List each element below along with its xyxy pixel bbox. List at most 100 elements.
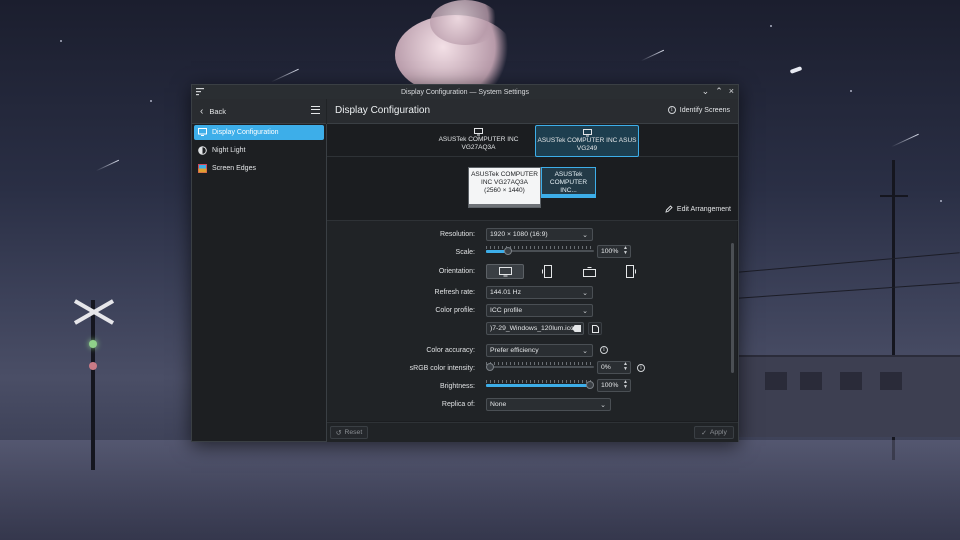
- color-accuracy-dropdown[interactable]: Prefer efficiency ⌄: [486, 344, 593, 357]
- apply-button[interactable]: ✓ Apply: [694, 426, 734, 439]
- edit-arrangement-button[interactable]: Edit Arrangement: [665, 205, 731, 213]
- chevron-down-icon: ⌄: [582, 348, 588, 355]
- arrangement-monitor-vg27aq3a[interactable]: ASUSTek COMPUTER INC VG27AQ3A (2560 × 14…: [468, 167, 541, 208]
- icc-file-field[interactable]: )7-29_Windows_120lum.icc: [486, 322, 584, 335]
- document-open-icon: [591, 324, 599, 333]
- arrangement-monitor-vg249[interactable]: ASUSTek COMPUTER INC...: [541, 167, 596, 198]
- wallpaper-train-window: [840, 372, 862, 390]
- wallpaper-meteor: [95, 159, 120, 172]
- orientation-landscape-button[interactable]: [486, 264, 524, 279]
- main-content: ASUSTek COMPUTER INC VG27AQ3A ASUSTek CO…: [327, 124, 738, 442]
- landscape-flipped-icon: [582, 266, 596, 277]
- identify-screens-label: Identify Screens: [679, 106, 730, 114]
- output-tab-vg27aq3a[interactable]: ASUSTek COMPUTER INC VG27AQ3A: [431, 125, 526, 155]
- refresh-rate-dropdown[interactable]: 144.01 Hz ⌄: [486, 286, 593, 299]
- brightness-spinbox[interactable]: 100% ▲ ▼: [597, 379, 631, 392]
- orientation-portrait-left-button[interactable]: [528, 264, 566, 279]
- maximize-icon[interactable]: ⌃: [715, 86, 723, 97]
- wallpaper-signal-light: [89, 340, 97, 348]
- brightness-slider[interactable]: [486, 379, 594, 391]
- wallpaper-water: [0, 440, 960, 540]
- orientation-label: Orientation:: [438, 268, 475, 275]
- wallpaper-cloud-small: [430, 0, 500, 45]
- display-settings-form: Resolution: 1920 × 1080 (16:9) ⌄ Scale: …: [327, 221, 728, 421]
- window-title: Display Configuration — System Settings: [401, 88, 529, 96]
- output-label-line1: ASUSTek COMPUTER INC ASUS: [537, 137, 637, 144]
- wallpaper-meteor: [271, 68, 299, 83]
- page-header: Display Configuration i Identify Screens: [327, 99, 738, 124]
- spin-arrows-icon[interactable]: ▲ ▼: [623, 380, 628, 390]
- sidebar-header: ‹ Back: [192, 99, 326, 124]
- form-scrollbar[interactable]: [728, 221, 737, 421]
- monitor-name-line1: ASUSTek: [554, 171, 583, 178]
- monitor-icon: [474, 128, 483, 136]
- title-bar[interactable]: Display Configuration — System Settings …: [192, 85, 738, 99]
- wallpaper-wire: [737, 252, 960, 273]
- wallpaper-signal-pole: [91, 300, 95, 470]
- identify-icon: i: [667, 106, 676, 114]
- spin-arrows-icon[interactable]: ▲ ▼: [623, 362, 628, 372]
- info-icon[interactable]: i: [637, 364, 645, 372]
- monitor-name-line2: INC VG27AQ3A: [481, 179, 528, 186]
- scrollbar-thumb[interactable]: [731, 243, 734, 373]
- srgb-handle[interactable]: [486, 363, 494, 371]
- replica-of-value: None: [490, 401, 507, 408]
- identify-screens-button[interactable]: i Identify Screens: [667, 106, 730, 114]
- sidebar-item-display-configuration[interactable]: Display Configuration: [194, 125, 324, 140]
- color-profile-dropdown[interactable]: ICC profile ⌄: [486, 304, 593, 317]
- portrait-left-icon: [542, 265, 552, 278]
- srgb-intensity-slider[interactable]: [486, 361, 594, 373]
- scale-handle[interactable]: [504, 247, 512, 255]
- wallpaper-airplane: [789, 66, 803, 74]
- screen-arrangement: ASUSTek COMPUTER INC VG27AQ3A (2560 × 14…: [327, 157, 738, 221]
- brightness-handle[interactable]: [586, 381, 594, 389]
- spin-arrows-icon[interactable]: ▲ ▼: [623, 246, 628, 256]
- scale-ticks: [486, 246, 594, 249]
- sidebar-item-label: Display Configuration: [212, 129, 279, 136]
- monitor-name-line1: ASUSTek COMPUTER: [471, 171, 538, 178]
- scale-spinbox[interactable]: 100% ▲ ▼: [597, 245, 631, 258]
- color-profile-label: Color profile:: [435, 307, 475, 314]
- open-file-button[interactable]: [588, 322, 602, 335]
- page-title: Display Configuration: [335, 105, 431, 116]
- back-label: Back: [209, 106, 227, 116]
- monitor-icon: [582, 129, 592, 137]
- chevron-down-icon: ⌄: [582, 290, 588, 297]
- sidebar-item-screen-edges[interactable]: Screen Edges: [194, 161, 324, 176]
- hamburger-menu-icon[interactable]: [311, 106, 320, 114]
- wallpaper-star: [150, 100, 152, 102]
- wallpaper-star: [770, 25, 772, 27]
- wallpaper-train-window: [800, 372, 822, 390]
- wallpaper-pole: [880, 195, 908, 197]
- sidebar-item-label: Screen Edges: [212, 165, 256, 172]
- chevron-down-icon: ⌄: [582, 232, 588, 239]
- monitor-name-line2: COMPUTER INC...: [549, 179, 588, 194]
- wallpaper-wire: [737, 282, 960, 299]
- app-menu-icon[interactable]: [196, 88, 204, 96]
- sidebar-item-night-light[interactable]: Night Light: [194, 143, 324, 158]
- close-icon[interactable]: ×: [729, 86, 734, 97]
- wallpaper-train: [737, 355, 960, 437]
- orientation-flipped-button[interactable]: [570, 264, 608, 279]
- scale-slider[interactable]: [486, 245, 594, 257]
- pencil-icon: [665, 205, 673, 213]
- wallpaper-signal-light: [89, 362, 97, 370]
- scale-label: Scale:: [455, 249, 475, 256]
- output-label-line1: ASUSTek COMPUTER INC: [438, 136, 519, 143]
- orientation-portrait-right-button[interactable]: [612, 264, 650, 279]
- minimize-icon[interactable]: ⌄: [702, 86, 710, 97]
- replica-of-dropdown[interactable]: None ⌄: [486, 398, 611, 411]
- monitor-resolution: (2560 × 1440): [484, 187, 525, 194]
- monitor-bar: [542, 194, 595, 197]
- reset-button[interactable]: ↺ Reset: [330, 426, 368, 439]
- replica-of-label: Replica of:: [441, 401, 475, 408]
- info-icon[interactable]: i: [600, 346, 608, 354]
- output-tab-vg249[interactable]: ASUSTek COMPUTER INC ASUS VG249: [535, 125, 639, 157]
- srgb-intensity-spinbox[interactable]: 0% ▲ ▼: [597, 361, 631, 374]
- back-arrow-icon: ‹: [200, 105, 204, 117]
- wallpaper-star: [940, 200, 942, 202]
- scale-value: 100%: [601, 248, 619, 255]
- back-button[interactable]: ‹ Back: [200, 106, 226, 117]
- srgb-intensity-label: sRGB color intensity:: [409, 365, 475, 372]
- resolution-dropdown[interactable]: 1920 × 1080 (16:9) ⌄: [486, 228, 593, 241]
